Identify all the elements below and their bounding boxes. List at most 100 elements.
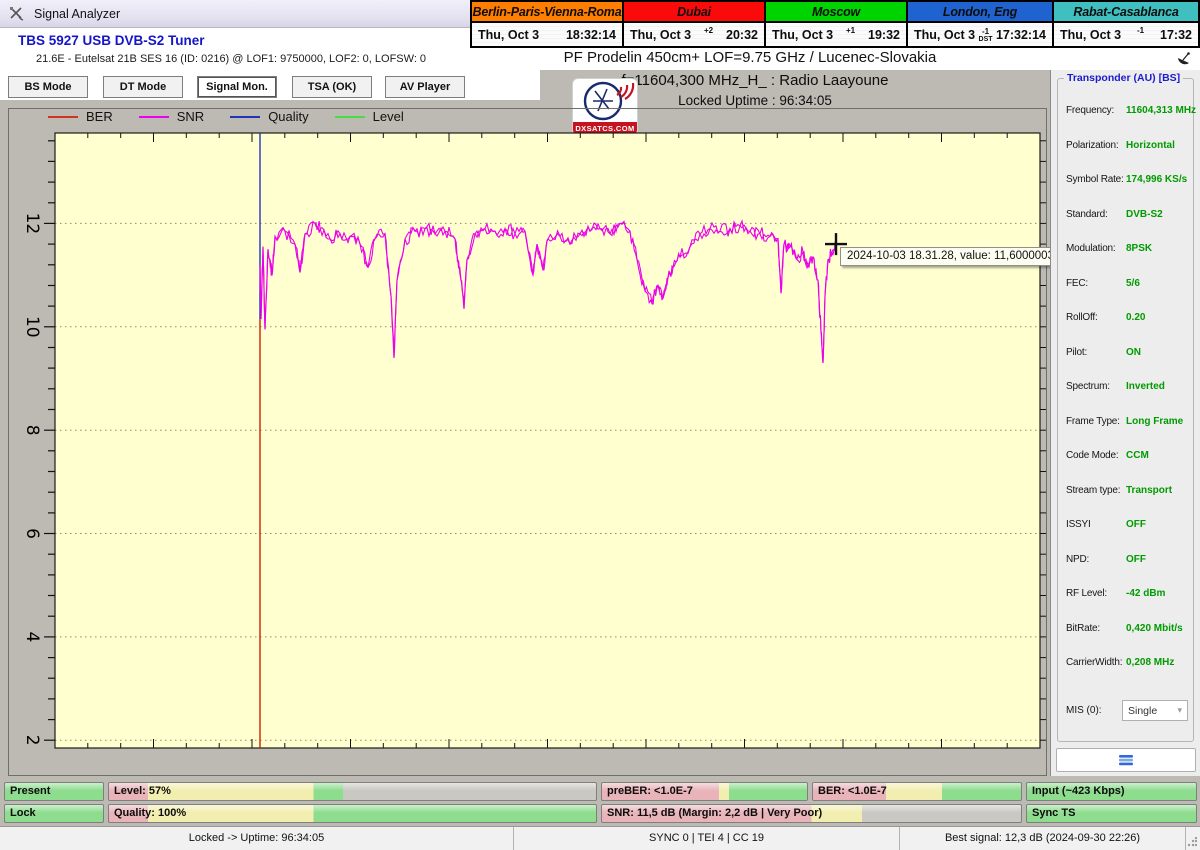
status-preber-bar: preBER: <1.0E-7	[601, 782, 808, 801]
window-title: Signal Analyzer	[34, 7, 120, 21]
clock-moscow-time: Thu, Oct 3 +1 19:32	[766, 23, 906, 46]
snr-chart[interactable]: 24681012	[8, 108, 1047, 776]
legend-snr-line	[139, 116, 169, 118]
clock-moscow: MoscowThu, Oct 3+119:32	[766, 2, 908, 46]
status-level-bar: Level: 57%	[108, 782, 597, 801]
status-quality-bar: Quality: 100%	[108, 804, 597, 823]
transponder-groupbox: Transponder (AU) [BS] Frequency:11604,31…	[1057, 78, 1194, 742]
field-value: Inverted	[1126, 381, 1165, 397]
field-value: Transport	[1126, 485, 1172, 501]
plot-area[interactable]	[55, 133, 1040, 748]
field-value: 5/6	[1126, 278, 1140, 294]
transponder-field-npd: NPD:OFF	[1066, 554, 1188, 570]
field-label: Pilot:	[1066, 347, 1122, 363]
mis-row: MIS (0): Single ▾	[1066, 700, 1188, 721]
field-value: DVB-S2	[1126, 209, 1163, 225]
svg-text:2: 2	[22, 735, 42, 746]
transponder-field-polarization: Polarization:Horizontal	[1066, 140, 1188, 156]
field-label: FEC:	[1066, 278, 1122, 294]
field-label: Polarization:	[1066, 140, 1122, 156]
tab-bs-mode[interactable]: BS Mode	[8, 76, 88, 98]
statusbar-sync: SYNC 0 | TEI 4 | CC 19	[514, 827, 900, 850]
clock-dubai-city: Dubai	[624, 2, 764, 23]
field-label: Modulation:	[1066, 243, 1122, 259]
legend-quality-label: Quality	[268, 109, 308, 124]
field-label: Frame Type:	[1066, 416, 1122, 432]
chevron-down-icon: ▾	[1177, 705, 1182, 716]
mis-label: MIS (0):	[1066, 705, 1122, 716]
statusbar-best-signal: Best signal: 12,3 dB (2024-09-30 22:26)	[900, 827, 1186, 850]
transponder-field-frametype: Frame Type:Long Frame	[1066, 416, 1188, 432]
field-label: Code Mode:	[1066, 450, 1122, 466]
chart-legend: BERSNRQualityLevel	[48, 109, 404, 124]
clock-london-city: London, Eng	[908, 2, 1052, 23]
mis-selected-value: Single	[1128, 705, 1157, 717]
satellite-info: 21.6E - Eutelsat 21B SES 16 (ID: 0216) @…	[36, 53, 426, 65]
field-value: 11604,313 MHz	[1126, 105, 1196, 121]
field-value: Long Frame	[1126, 416, 1183, 432]
tab-av-player[interactable]: AV Player	[385, 76, 465, 98]
clock-dubai-time: Thu, Oct 3+220:32	[624, 23, 764, 46]
field-value: 0,208 MHz	[1126, 657, 1174, 673]
field-label: Standard:	[1066, 209, 1122, 225]
transponder-field-issyi: ISSYIOFF	[1066, 519, 1188, 535]
legend-snr-label: SNR	[177, 109, 204, 124]
clock-rabat: Rabat-CasablancaThu, Oct 3-117:32	[1054, 2, 1198, 46]
transponder-field-rolloff: RollOff:0.20	[1066, 312, 1188, 328]
legend-item-snr: SNR	[139, 109, 204, 124]
transponder-field-codemode: Code Mode:CCM	[1066, 450, 1188, 466]
world-clock-panel: Berlin-Paris-Vienna-RomaThu, Oct 318:32:…	[470, 0, 1200, 48]
field-value: 0,420 Mbit/s	[1126, 623, 1183, 639]
clock-moscow-date: Thu, Oct 3	[772, 28, 833, 42]
field-value: 8PSK	[1126, 243, 1152, 259]
tab-signal-mon[interactable]: Signal Mon.	[197, 76, 277, 98]
tab-tsa[interactable]: TSA (OK)	[292, 76, 372, 98]
status-snr-bar: SNR: 11,5 dB (Margin: 2,2 dB | Very Poor…	[601, 804, 1022, 823]
clock-dubai-clock: 20:32	[726, 28, 758, 42]
transponder-field-bitrate: BitRate:0,420 Mbit/s	[1066, 623, 1188, 639]
field-label: Stream type:	[1066, 485, 1122, 501]
clock-dubai: DubaiThu, Oct 3+220:32	[624, 2, 766, 46]
field-value: CCM	[1126, 450, 1149, 466]
field-value: -42 dBm	[1126, 588, 1165, 604]
legend-ber-line	[48, 116, 78, 118]
transponder-field-spectrum: Spectrum:Inverted	[1066, 381, 1188, 397]
list-icon	[1118, 754, 1134, 766]
clock-rabat-date: Thu, Oct 3	[1060, 28, 1121, 42]
clock-rabat-time: Thu, Oct 3-117:32	[1054, 23, 1198, 46]
clock-london-date: Thu, Oct 3	[914, 28, 975, 42]
field-value: OFF	[1126, 519, 1146, 535]
transponder-list-button[interactable]	[1056, 748, 1196, 772]
svg-text:4: 4	[22, 631, 42, 642]
clock-moscow-offset: +1	[846, 26, 855, 35]
clock-london-time: Thu, Oct 3-1DST17:32:14	[908, 23, 1052, 46]
legend-item-level: Level	[335, 109, 404, 124]
satellite-dish-icon	[1176, 50, 1192, 66]
transponder-field-streamtype: Stream type:Transport	[1066, 485, 1188, 501]
clock-berlin-city: Berlin-Paris-Vienna-Roma	[472, 2, 622, 23]
svg-text:12: 12	[22, 213, 42, 235]
legend-level-label: Level	[373, 109, 404, 124]
transponder-field-carrierwidth: CarrierWidth:0,208 MHz	[1066, 657, 1188, 673]
clock-berlin-date: Thu, Oct 3	[478, 28, 539, 42]
field-value: 174,996 KS/s	[1126, 174, 1187, 190]
status-syncts-bar: Sync TS	[1026, 804, 1197, 823]
field-label: ISSYI	[1066, 519, 1122, 535]
mis-dropdown[interactable]: Single ▾	[1122, 700, 1188, 721]
clock-dubai-offset: +2	[704, 26, 713, 35]
resize-grip[interactable]	[1187, 837, 1197, 847]
field-label: Frequency:	[1066, 105, 1122, 121]
field-value: OFF	[1126, 554, 1146, 570]
statusbar-uptime: Locked -> Uptime: 96:34:05	[0, 827, 514, 850]
clock-london-offset: -1DST	[979, 28, 993, 43]
transponder-field-frequency: Frequency:11604,313 MHz	[1066, 105, 1188, 121]
clock-moscow-clock: 19:32	[868, 28, 900, 42]
field-value: Horizontal	[1126, 140, 1175, 156]
transponder-field-modulation: Modulation:8PSK	[1066, 243, 1188, 259]
status-lock-bar: Lock	[4, 804, 104, 823]
field-value: 0.20	[1126, 312, 1145, 328]
dish-info: PF Prodelin 450cm+ LOF=9.75 GHz / Lucene…	[440, 49, 1060, 66]
field-label: CarrierWidth:	[1066, 657, 1122, 673]
tab-dt-mode[interactable]: DT Mode	[103, 76, 183, 98]
clock-berlin: Berlin-Paris-Vienna-RomaThu, Oct 318:32:…	[472, 2, 624, 46]
